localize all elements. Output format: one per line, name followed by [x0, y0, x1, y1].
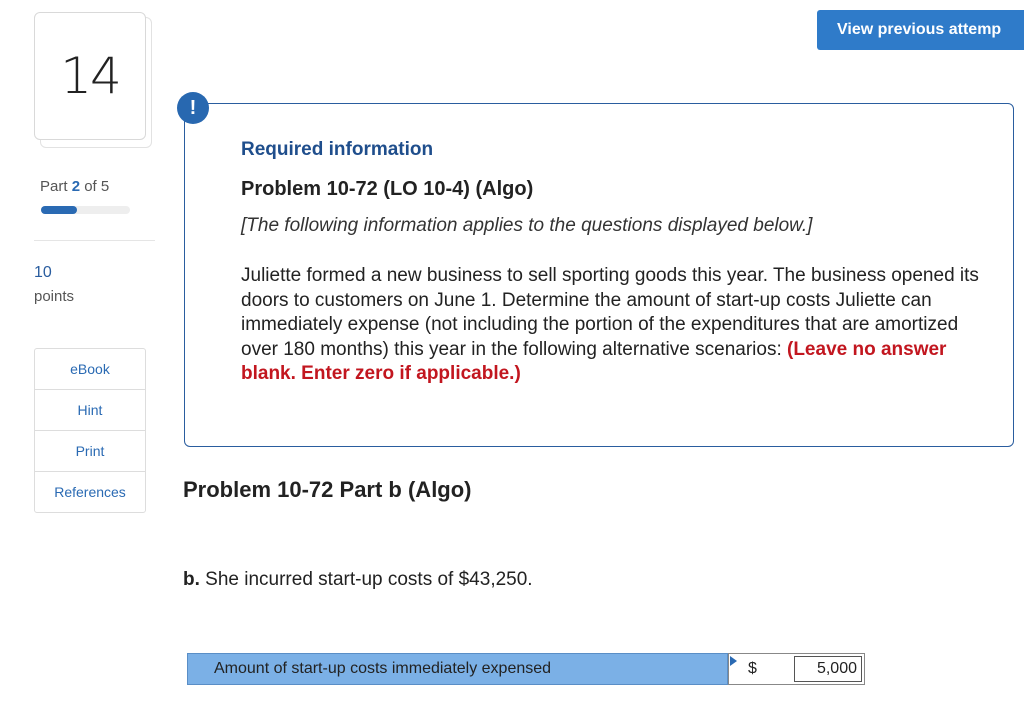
part-progress-fill	[41, 206, 77, 214]
part-prefix: Part	[40, 178, 68, 195]
question-number-card: 14	[34, 12, 146, 140]
points-label: points	[34, 288, 75, 305]
hint-button[interactable]: Hint	[35, 390, 145, 431]
tools-panel: eBook Hint Print References	[34, 348, 146, 513]
alert-icon: !	[177, 92, 209, 124]
print-button[interactable]: Print	[35, 431, 145, 472]
part-suffix: of 5	[84, 178, 110, 195]
ebook-button[interactable]: eBook	[35, 349, 145, 390]
answer-label: Amount of start-up costs immediately exp…	[187, 653, 728, 685]
references-button[interactable]: References	[35, 472, 145, 512]
question-label: b.	[183, 569, 200, 590]
applies-note: [The following information applies to th…	[241, 215, 813, 236]
part-indicator: Part 2 of 5	[40, 178, 109, 195]
problem-title: Problem 10-72 (LO 10-4) (Algo)	[241, 178, 534, 200]
answer-cell: $	[728, 653, 865, 685]
answer-input[interactable]	[794, 656, 862, 682]
problem-body: Juliette formed a new business to sell s…	[241, 264, 981, 387]
question-body: She incurred start-up costs of $43,250.	[199, 569, 533, 590]
question-text: b. She incurred start-up costs of $43,25…	[183, 569, 533, 591]
flag-icon	[730, 656, 737, 666]
answer-row: Amount of start-up costs immediately exp…	[187, 653, 865, 685]
part-current: 2	[71, 178, 81, 195]
part-progress-bar	[41, 206, 130, 214]
question-number: 14	[60, 47, 122, 105]
currency-symbol: $	[748, 660, 757, 677]
sidebar-divider	[34, 240, 155, 241]
points-value: 10	[34, 264, 52, 281]
required-information-title: Required information	[241, 139, 434, 160]
view-previous-attempt-button[interactable]: View previous attemp	[817, 10, 1024, 50]
part-heading: Problem 10-72 Part b (Algo)	[183, 477, 472, 502]
